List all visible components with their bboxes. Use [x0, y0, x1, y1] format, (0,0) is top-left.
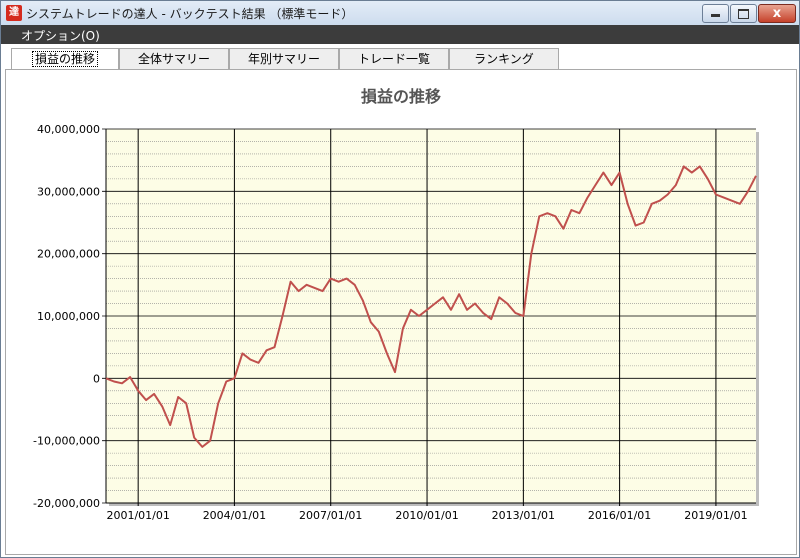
close-icon: x: [772, 6, 782, 21]
y-tick-label: -20,000,000: [33, 497, 100, 510]
app-icon: 達: [6, 5, 22, 21]
window-title: システムトレードの達人 - バックテスト結果 （標準モード）: [26, 7, 354, 21]
chart-title: 損益の推移: [361, 87, 441, 106]
title-bar[interactable]: 達 システムトレードの達人 - バックテスト結果 （標準モード） x: [1, 1, 799, 25]
tab-label: 損益の推移: [31, 51, 98, 67]
tab-label: 年別サマリー: [247, 52, 320, 66]
tab-label: トレード一覧: [357, 52, 430, 66]
maximize-button[interactable]: [730, 4, 757, 23]
y-tick-label: 40,000,000: [37, 123, 100, 136]
tab-strip: 損益の推移 全体サマリー 年別サマリー トレード一覧 ランキング: [11, 48, 791, 70]
close-button[interactable]: x: [758, 4, 796, 23]
application-window: 達 システムトレードの達人 - バックテスト結果 （標準モード） x オプション…: [0, 0, 800, 558]
x-tick-label: 2007/01/01: [299, 509, 362, 522]
y-tick-label: -10,000,000: [33, 435, 100, 448]
maximize-icon: [738, 9, 749, 19]
y-tick-label: 20,000,000: [37, 248, 100, 261]
x-tick-label: 2004/01/01: [203, 509, 266, 522]
chart-panel: 損益の推移 40,000,000 30,000,000 20,000,000 10,00…: [5, 69, 797, 555]
x-tick-label: 2001/01/01: [106, 509, 169, 522]
menu-options[interactable]: オプション(O): [21, 27, 100, 44]
minimize-icon: [711, 14, 720, 17]
y-tick-label: 10,000,000: [37, 310, 100, 323]
y-tick-label: 30,000,000: [37, 185, 100, 198]
tab-label: ランキング: [474, 52, 534, 66]
x-tick-label: 2019/01/01: [684, 509, 747, 522]
x-tick-label: 2013/01/01: [492, 509, 555, 522]
tab-trade-list[interactable]: トレード一覧: [339, 48, 449, 69]
tab-ranking[interactable]: ランキング: [449, 48, 559, 69]
tab-yearly-summary[interactable]: 年別サマリー: [229, 48, 339, 69]
x-tick-label: 2010/01/01: [395, 509, 458, 522]
tab-label: 全体サマリー: [137, 52, 210, 66]
main-content: 損益の推移 全体サマリー 年別サマリー トレード一覧 ランキング 損益の推移 40…: [1, 44, 799, 557]
y-tick-label: 0: [93, 372, 100, 385]
menu-bar: オプション(O): [1, 25, 799, 44]
minimize-button[interactable]: [702, 4, 729, 23]
profit-chart: 損益の推移 40,000,000 30,000,000 20,000,000 10,00…: [33, 87, 759, 522]
tab-overall-summary[interactable]: 全体サマリー: [119, 48, 229, 69]
tab-profit-trend[interactable]: 損益の推移: [11, 48, 119, 70]
x-tick-label: 2016/01/01: [588, 509, 651, 522]
